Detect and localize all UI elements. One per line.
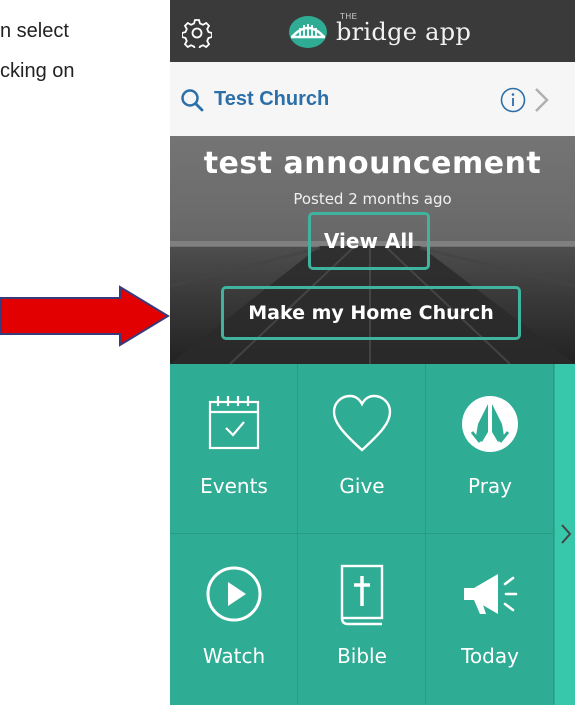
announcement-title: test announcement	[203, 146, 542, 181]
calendar-icon	[208, 396, 260, 450]
document-text-line-2: cking on	[0, 60, 75, 82]
app-logo: THE bridge app	[288, 12, 472, 50]
make-home-church-button[interactable]: Make my Home Church	[221, 286, 521, 340]
announcement-banner: test announcement Posted 2 months ago Vi…	[170, 136, 575, 364]
app-header: THE bridge app	[170, 0, 575, 62]
info-icon[interactable]	[500, 87, 526, 113]
megaphone-icon	[464, 574, 518, 614]
view-all-button[interactable]: View All	[308, 212, 430, 270]
tile-today[interactable]: Today	[426, 534, 554, 704]
tile-events-label: Events	[200, 474, 268, 498]
tile-events[interactable]: Events	[170, 364, 298, 534]
chevron-right-icon[interactable]	[559, 522, 573, 546]
red-arrow-annotation	[0, 285, 170, 347]
feature-grid: Events Give Pray Watch Bible Today	[170, 364, 555, 705]
announcement-posted-date: Posted 2 months ago	[293, 190, 452, 208]
phone-screen: THE bridge app Test Church test announce…	[170, 0, 575, 705]
tile-pray-label: Pray	[467, 474, 513, 498]
tile-give[interactable]: Give	[298, 364, 426, 534]
tile-bible-label: Bible	[337, 644, 387, 668]
heart-icon	[332, 394, 392, 452]
church-name[interactable]: Test Church	[214, 88, 329, 111]
bridge-logo-icon	[289, 16, 327, 48]
tile-give-label: Give	[339, 474, 385, 498]
bible-icon	[340, 564, 384, 626]
play-icon	[206, 566, 262, 622]
tile-watch[interactable]: Watch	[170, 534, 298, 704]
search-icon[interactable]	[180, 88, 204, 112]
gear-icon[interactable]	[182, 18, 212, 48]
chevron-right-icon[interactable]	[532, 86, 552, 114]
logo-the-label: THE	[340, 12, 358, 21]
tile-watch-label: Watch	[202, 644, 266, 668]
tile-today-label: Today	[461, 644, 519, 668]
document-text-line-1: n select	[0, 20, 69, 42]
church-search-bar[interactable]: Test Church	[170, 62, 575, 137]
praying-hands-icon	[462, 396, 518, 452]
tile-pray[interactable]: Pray	[426, 364, 554, 534]
tile-bible[interactable]: Bible	[298, 534, 426, 704]
app-title: bridge app	[336, 18, 472, 46]
